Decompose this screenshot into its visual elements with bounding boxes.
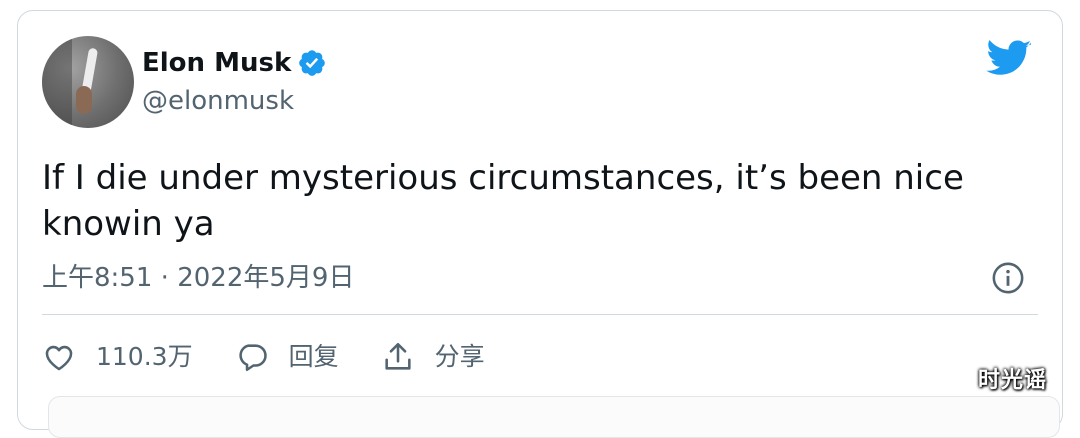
tweet-text: If I die under mysterious circumstances,… bbox=[42, 158, 964, 244]
like-button[interactable]: 110.3万 bbox=[42, 340, 193, 374]
tweet-card: Elon Musk @elonmusk If I die under myste… bbox=[17, 10, 1063, 438]
author-name[interactable]: Elon Musk bbox=[142, 47, 291, 79]
timestamp-separator: · bbox=[152, 263, 178, 293]
reply-icon bbox=[238, 344, 267, 372]
action-bar: 110.3万 回复 分享 bbox=[42, 337, 527, 377]
like-count: 110.3万 bbox=[96, 342, 193, 371]
author-name-row: Elon Musk bbox=[142, 47, 327, 79]
avatar[interactable] bbox=[42, 36, 134, 128]
watermark: 时光谣 bbox=[978, 368, 1048, 393]
author-handle[interactable]: @elonmusk bbox=[142, 85, 294, 117]
twitter-bird-icon[interactable] bbox=[986, 40, 1032, 78]
divider bbox=[42, 314, 1038, 315]
avatar-hand bbox=[76, 86, 92, 114]
reply-button[interactable]: 回复 bbox=[235, 340, 339, 374]
info-icon[interactable] bbox=[991, 261, 1025, 295]
tweet-time[interactable]: 上午8:51 bbox=[42, 263, 152, 293]
reply-label: 回复 bbox=[288, 342, 339, 371]
tweet-timestamp[interactable]: 上午8:51 · 2022年5月9日 bbox=[42, 261, 354, 295]
heart-icon bbox=[45, 345, 73, 371]
share-button[interactable]: 分享 bbox=[381, 340, 485, 374]
share-label: 分享 bbox=[434, 342, 485, 371]
verified-badge-icon bbox=[299, 50, 326, 76]
reply-box-edge bbox=[48, 396, 1060, 438]
tweet-date[interactable]: 2022年5月9日 bbox=[177, 263, 354, 293]
avatar-shadow bbox=[42, 36, 72, 128]
share-icon bbox=[384, 342, 411, 370]
